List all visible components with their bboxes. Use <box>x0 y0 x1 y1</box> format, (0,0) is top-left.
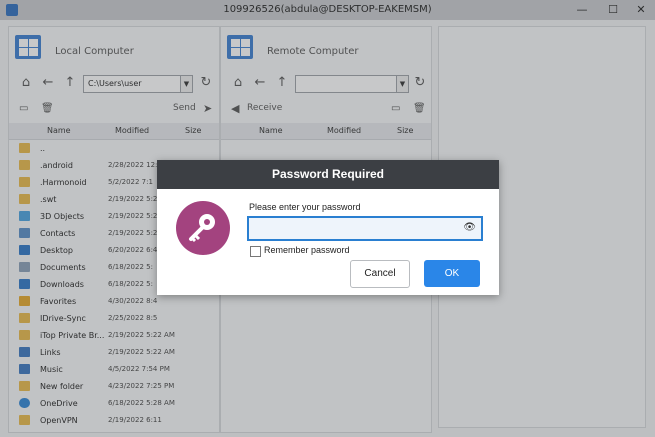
password-input[interactable]: 👁 <box>247 216 483 241</box>
checkbox-box[interactable] <box>250 246 261 257</box>
password-prompt: Please enter your password <box>249 202 361 212</box>
password-dialog: Password Required Please enter your pass… <box>157 160 499 295</box>
watermark: FileOur.com <box>256 270 327 285</box>
key-icon <box>176 201 230 255</box>
ok-button[interactable]: OK <box>424 260 480 287</box>
dialog-title: Password Required <box>157 160 499 189</box>
cancel-button[interactable]: Cancel <box>350 260 410 288</box>
remember-password-label: Remember password <box>264 245 350 255</box>
eye-icon[interactable]: 👁 <box>463 222 476 233</box>
